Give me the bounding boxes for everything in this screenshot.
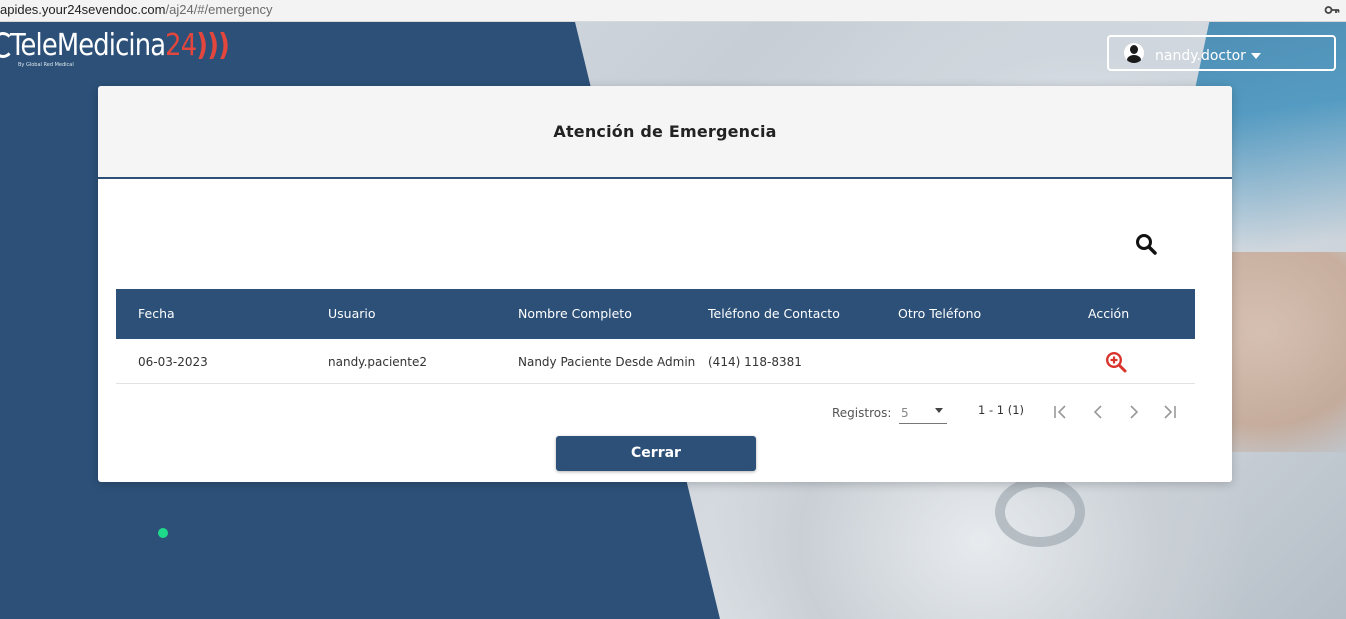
table-row: 06-03-2023 nandy.paciente2 Nandy Pacient… (116, 339, 1195, 384)
column-header-accion: Acción (1088, 306, 1130, 321)
browser-address-bar[interactable]: apides.your24sevendoc.com/aj24/#/emergen… (0, 0, 1346, 22)
status-dot (158, 528, 168, 538)
column-header-usuario[interactable]: Usuario (328, 306, 376, 321)
avatar-icon (1124, 43, 1144, 63)
page-size-value: 5 (901, 406, 909, 420)
search-icon[interactable] (1134, 232, 1158, 256)
column-header-nombre[interactable]: Nombre Completo (518, 306, 632, 321)
close-button[interactable]: Cerrar (556, 436, 756, 471)
logo-tagline: By Global Red Medical (18, 62, 74, 68)
column-header-telefono[interactable]: Teléfono de Contacto (708, 306, 840, 321)
paginator: Registros: 5 1 - 1 (1) (98, 398, 1232, 428)
page-range-label: 1 - 1 (1) (978, 403, 1025, 417)
modal-title: Atención de Emergencia (553, 122, 777, 141)
modal-header: Atención de Emergencia (98, 86, 1232, 179)
url-path: /aj24/#/emergency (165, 2, 273, 17)
username-label: nandy.doctor (1155, 48, 1246, 64)
cell-fecha: 06-03-2023 (138, 355, 208, 369)
column-header-fecha[interactable]: Fecha (138, 306, 175, 321)
column-header-otro-telefono[interactable]: Otro Teléfono (898, 306, 981, 321)
caret-down-icon (1251, 53, 1261, 59)
emergency-table: Fecha Usuario Nombre Completo Teléfono d… (116, 289, 1195, 384)
first-page-icon[interactable] (1051, 402, 1071, 422)
emergency-modal: Atención de Emergencia Fecha Usuario Nom… (98, 86, 1232, 482)
cell-usuario: nandy.paciente2 (328, 355, 427, 369)
logo-text: TeleMedicina24))) (10, 28, 230, 63)
cell-nombre: Nandy Paciente Desde Admin (518, 355, 696, 369)
next-page-icon[interactable] (1124, 402, 1144, 422)
url-text[interactable]: apides.your24sevendoc.com/aj24/#/emergen… (0, 0, 272, 20)
zoom-in-icon[interactable] (1105, 351, 1127, 373)
user-menu-button[interactable]: nandy.doctor (1107, 35, 1336, 71)
key-icon[interactable] (1324, 3, 1340, 17)
photo-stethoscope (995, 477, 1085, 547)
previous-page-icon[interactable] (1088, 402, 1108, 422)
url-host: apides.your24sevendoc.com (0, 2, 166, 17)
dropdown-arrow-icon (935, 408, 943, 413)
telemedicina-logo[interactable]: TeleMedicina24))) By Global Red Medical (0, 26, 240, 68)
table-header: Fecha Usuario Nombre Completo Teléfono d… (116, 289, 1195, 339)
page-size-label: Registros: (832, 406, 892, 420)
cell-telefono: (414) 118-8381 (708, 355, 802, 369)
page-size-select[interactable]: 5 (899, 402, 947, 424)
last-page-icon[interactable] (1159, 402, 1179, 422)
